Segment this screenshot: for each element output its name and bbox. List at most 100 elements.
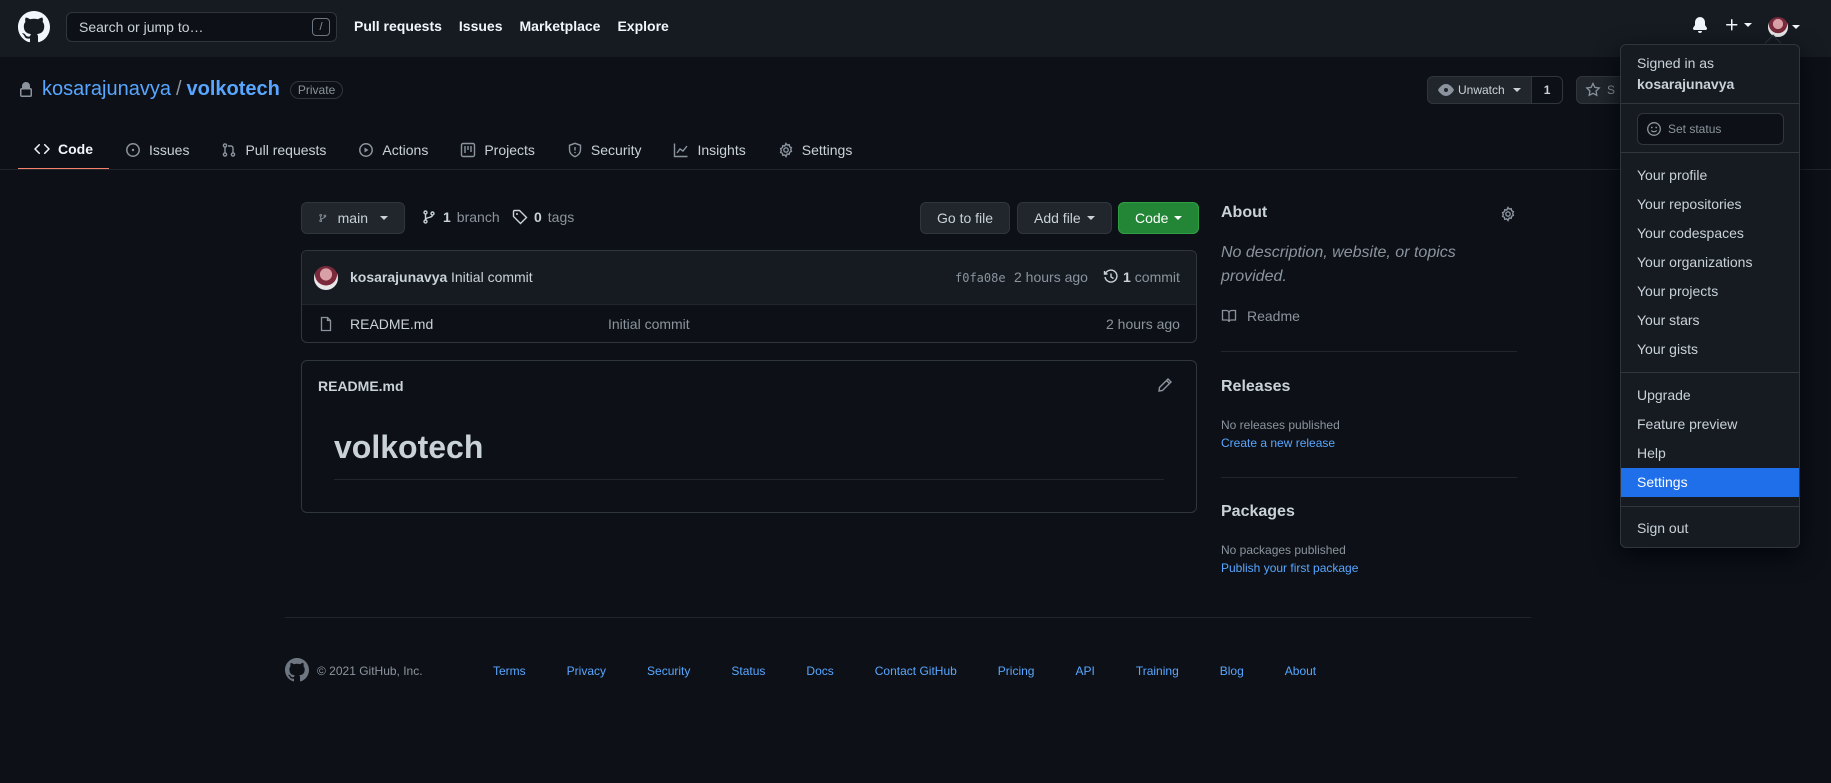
readme-panel: README.md volkotech — [301, 360, 1197, 513]
tab-label: Code — [58, 141, 93, 157]
branch-name: main — [337, 210, 368, 226]
code-button[interactable]: Code — [1118, 202, 1200, 234]
tab-pull-requests[interactable]: Pull requests — [205, 130, 342, 170]
history-icon — [1103, 269, 1118, 283]
menu-item-your-profile[interactable]: Your profile — [1621, 161, 1799, 190]
readme-filename: README.md — [318, 378, 404, 394]
footer-link-training[interactable]: Training — [1136, 664, 1179, 678]
menu-item-your-organizations[interactable]: Your organizations — [1621, 248, 1799, 277]
menu-item-your-gists[interactable]: Your gists — [1621, 335, 1799, 364]
footer-link-docs[interactable]: Docs — [806, 664, 833, 678]
footer-link-terms[interactable]: Terms — [493, 664, 526, 678]
tab-actions[interactable]: Actions — [342, 130, 444, 170]
menu-divider — [1621, 152, 1799, 153]
go-to-file-button[interactable]: Go to file — [920, 202, 1011, 234]
tab-security[interactable]: Security — [551, 130, 658, 170]
footer-link-about[interactable]: About — [1285, 664, 1316, 678]
tab-label: Insights — [697, 142, 746, 158]
slash-shortcut-badge: / — [312, 18, 330, 36]
smiley-icon — [1647, 122, 1661, 136]
pencil-icon[interactable] — [1157, 377, 1173, 393]
add-file-button[interactable]: Add file — [1017, 202, 1112, 234]
menu-item-feature-preview[interactable]: Feature preview — [1621, 410, 1799, 439]
tab-projects[interactable]: Projects — [444, 130, 551, 170]
avatar[interactable] — [314, 266, 338, 290]
menu-item-help[interactable]: Help — [1621, 439, 1799, 468]
nav-pull-requests[interactable]: Pull requests — [354, 18, 442, 34]
menu-item-upgrade[interactable]: Upgrade — [1621, 381, 1799, 410]
menu-item-your-codespaces[interactable]: Your codespaces — [1621, 219, 1799, 248]
notifications-bell-icon[interactable] — [1692, 17, 1708, 33]
branches-link[interactable]: 1 branch — [421, 209, 500, 225]
chevron-down-icon — [1512, 88, 1521, 92]
signed-in-username[interactable]: kosarajunavya — [1637, 76, 1734, 92]
unwatch-label: Unwatch — [1458, 83, 1505, 97]
nav-issues[interactable]: Issues — [459, 18, 503, 34]
readme-link[interactable]: Readme — [1221, 308, 1300, 324]
file-commit-message[interactable]: Initial commit — [608, 316, 690, 332]
gear-icon[interactable] — [1500, 206, 1516, 222]
tab-code[interactable]: Code — [18, 130, 109, 170]
file-name-link[interactable]: README.md — [350, 316, 433, 332]
footer-link-pricing[interactable]: Pricing — [998, 664, 1035, 678]
git-branch-icon — [423, 210, 435, 224]
footer-link-privacy[interactable]: Privacy — [567, 664, 606, 678]
tab-label: Pull requests — [245, 142, 327, 158]
publish-package-link[interactable]: Publish your first package — [1221, 561, 1358, 575]
commit-count: 1 — [1123, 269, 1131, 285]
tabs-divider — [0, 169, 1831, 170]
commit-author[interactable]: kosarajunavya — [350, 269, 447, 285]
create-release-link[interactable]: Create a new release — [1221, 436, 1335, 450]
footer-link-blog[interactable]: Blog — [1220, 664, 1244, 678]
file-icon — [320, 316, 332, 332]
footer-link-api[interactable]: API — [1075, 664, 1094, 678]
menu-item-your-repositories[interactable]: Your repositories — [1621, 190, 1799, 219]
menu-item-sign-out[interactable]: Sign out — [1621, 514, 1799, 543]
menu-item-settings[interactable]: Settings — [1621, 468, 1799, 497]
footer-copyright: © 2021 GitHub, Inc. — [317, 664, 423, 678]
tag-icon — [512, 209, 528, 225]
create-new-plus-icon[interactable] — [1724, 17, 1752, 33]
set-status-button[interactable]: Set status — [1637, 113, 1784, 145]
table-row[interactable]: README.md Initial commit 2 hours ago — [302, 305, 1196, 343]
user-dropdown-menu: Signed in as kosarajunavya Set status Yo… — [1620, 44, 1800, 548]
branch-label: branch — [456, 209, 500, 225]
header-nav: Pull requests Issues Marketplace Explore — [354, 18, 686, 34]
github-logo-icon[interactable] — [18, 11, 50, 43]
menu-item-your-stars[interactable]: Your stars — [1621, 306, 1799, 335]
menu-item-your-projects[interactable]: Your projects — [1621, 277, 1799, 306]
star-button[interactable]: S — [1576, 76, 1624, 104]
graph-icon — [674, 143, 689, 158]
add-file-label: Add file — [1034, 210, 1081, 226]
footer-link-security[interactable]: Security — [647, 664, 690, 678]
packages-heading[interactable]: Packages — [1221, 503, 1295, 521]
file-commit-time: 2 hours ago — [1106, 316, 1180, 332]
releases-heading[interactable]: Releases — [1221, 378, 1290, 396]
watchers-count[interactable]: 1 — [1531, 77, 1563, 103]
tab-label: Settings — [801, 142, 853, 158]
commits-history-link[interactable]: 1 commit — [1103, 269, 1180, 285]
repo-tabs: Code Issues Pull requests Actions Projec… — [18, 130, 868, 170]
tab-issues[interactable]: Issues — [109, 130, 205, 170]
search-input[interactable]: Search or jump to… / — [66, 12, 337, 42]
about-heading: About — [1221, 204, 1268, 221]
tags-link[interactable]: 0 tags — [512, 209, 574, 225]
chevron-down-icon — [1086, 216, 1095, 220]
github-mark-icon[interactable] — [285, 658, 309, 682]
footer-link-contact[interactable]: Contact GitHub — [875, 664, 957, 678]
branch-select-button[interactable]: main — [301, 202, 405, 234]
git-pull-request-icon — [223, 143, 236, 157]
footer-links: Terms Privacy Security Status Docs Conta… — [493, 664, 1357, 678]
commit-message[interactable]: Initial commit — [451, 269, 533, 285]
sidebar-divider — [1221, 351, 1517, 352]
nav-explore[interactable]: Explore — [617, 18, 668, 34]
chevron-down-icon — [380, 216, 388, 220]
unwatch-button[interactable]: Unwatch — [1428, 77, 1532, 103]
repo-name-link[interactable]: volkotech — [187, 78, 280, 101]
tab-settings[interactable]: Settings — [762, 130, 869, 170]
tab-insights[interactable]: Insights — [657, 130, 761, 170]
footer-link-status[interactable]: Status — [731, 664, 765, 678]
commit-sha[interactable]: f0fa08e — [955, 271, 1006, 285]
nav-marketplace[interactable]: Marketplace — [520, 18, 601, 34]
repo-owner-link[interactable]: kosarajunavya — [42, 78, 171, 101]
